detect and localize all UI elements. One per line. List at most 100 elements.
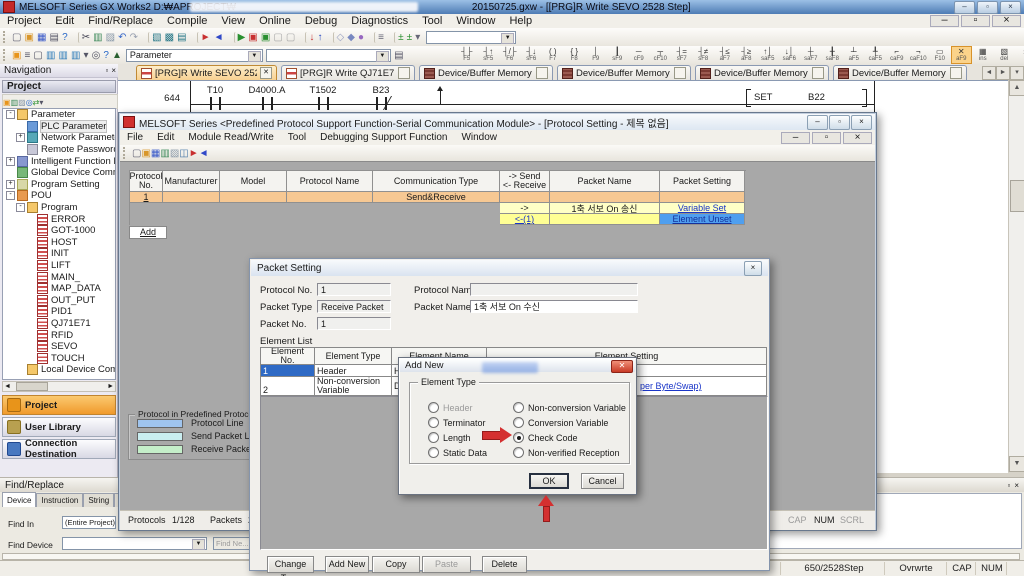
direction-cell[interactable] [500, 192, 550, 203]
chevron-down-icon[interactable]: ▼ [192, 539, 205, 550]
radio-non-verified-reception[interactable]: Non-verified Reception [513, 447, 620, 458]
ladder-vertical-scrollbar[interactable]: ▲ ▼ [1008, 80, 1024, 472]
protocol-no-cell[interactable]: 1 [130, 192, 163, 203]
menu-tool[interactable]: Tool [281, 132, 313, 143]
toolbar-grip[interactable] [3, 31, 9, 43]
menu-compile[interactable]: Compile [160, 15, 214, 27]
ladder-symbol-button[interactable]: ¬caF10 [908, 46, 930, 64]
restore-button[interactable]: ▫ [829, 115, 850, 130]
document-tab[interactable]: [PRG]R Write SEVO 2528 S...✕ [136, 65, 277, 80]
scroll-thumb[interactable] [16, 382, 48, 391]
sidebar-item-project[interactable]: Project [2, 395, 116, 415]
toolbar-icon[interactable]: ↓ [305, 32, 314, 43]
ladder-symbol-button[interactable]: ↑│saF5 [757, 46, 779, 64]
tree-expander[interactable]: + [6, 157, 15, 166]
scroll-left-icon[interactable]: ◄ [3, 383, 11, 390]
ladder-symbol-button[interactable]: ┤≠sF8 [693, 46, 715, 64]
ladder-symbol-button[interactable]: { }F8 [564, 46, 586, 64]
toolbar-icon[interactable]: ◄ [214, 32, 224, 43]
model-cell[interactable] [220, 192, 287, 203]
nav-toolbar-icon[interactable]: ▨ [18, 98, 26, 107]
document-tab[interactable]: Device/Buffer Memory Batch M... [419, 65, 553, 80]
toolbar-icon[interactable]: ▦ [37, 32, 46, 43]
toolbar-icon[interactable]: ● [358, 32, 364, 43]
communication-type-cell[interactable]: Send&Receive [373, 192, 500, 203]
document-tab[interactable]: Device/Buffer Memory Batch M... [557, 65, 691, 80]
tree-item[interactable]: PLC Parameter [3, 121, 115, 133]
toolbar-icon[interactable]: ▣ [141, 148, 150, 159]
tree-item[interactable]: ERROR [3, 213, 115, 225]
menu-debug[interactable]: Debug [298, 15, 344, 27]
tab-close-icon[interactable] [536, 67, 548, 79]
tab-close-icon[interactable] [398, 67, 410, 79]
menu-diagnostics[interactable]: Diagnostics [344, 15, 415, 27]
direction-cell[interactable]: -> [500, 203, 550, 214]
toolbar-icon[interactable]: ▢ [33, 50, 42, 61]
radio-icon[interactable] [428, 432, 439, 443]
tree-item[interactable]: +Intelligent Function Mod [3, 155, 115, 167]
toolbar-icon[interactable]: ▣ [12, 50, 21, 61]
tree-expander[interactable]: - [16, 203, 25, 212]
ladder-symbol-button[interactable]: ┤≥aF8 [736, 46, 758, 64]
menu-window[interactable]: Window [454, 132, 504, 143]
tab-close-icon[interactable]: ✕ [260, 67, 272, 79]
toolbar-icon[interactable]: ± [394, 32, 404, 43]
tree-expander[interactable]: + [16, 133, 25, 142]
ladder-symbol-button[interactable]: ┬cF10 [650, 46, 672, 64]
ladder-symbol-button[interactable]: ╀caF5 [865, 46, 887, 64]
menu-help[interactable]: Help [502, 15, 539, 27]
toolbar-icon[interactable]: ? [62, 32, 68, 43]
mdi-minimize-button[interactable]: – [930, 15, 959, 27]
tree-item[interactable]: TOUCH [3, 352, 115, 364]
packet-name-cell[interactable] [550, 192, 660, 203]
toolbar-icon[interactable]: ◇ [333, 32, 345, 43]
toolbar-icon[interactable]: ▩ [165, 32, 174, 43]
ladder-symbol-button[interactable]: ↓│saF6 [779, 46, 801, 64]
close-icon[interactable]: × [1014, 481, 1019, 490]
find-tab[interactable]: Device [2, 492, 36, 507]
restore-button[interactable]: ▫ [977, 1, 998, 14]
ladder-symbol-button[interactable]: ┤≤aF7 [714, 46, 736, 64]
toolbar-icon[interactable]: ▤ [177, 32, 186, 43]
packet-setting-cell[interactable]: Element Unset [660, 214, 745, 225]
ladder-symbol-button[interactable]: ┼saF7 [800, 46, 822, 64]
find-device-combo[interactable]: ▼ [62, 537, 207, 550]
menu-project[interactable]: Project [0, 15, 48, 27]
tree-item[interactable]: RFID [3, 329, 115, 341]
ok-button[interactable]: OK [529, 473, 569, 489]
menu-tool[interactable]: Tool [415, 15, 449, 27]
element-type-cell[interactable]: Header [315, 365, 392, 377]
close-icon[interactable]: ✕ [611, 360, 633, 373]
tree-item[interactable]: -POU [3, 190, 115, 202]
toolbar-icon[interactable]: ↶ [118, 32, 126, 43]
ladder-symbol-button[interactable]: ▭F10 [929, 46, 951, 64]
ladder-symbol-button[interactable]: ╂saF8 [822, 46, 844, 64]
ladder-symbol-button[interactable]: ─cF9 [628, 46, 650, 64]
ladder-symbol-button[interactable]: ▧del [994, 46, 1016, 64]
radio-conversion-variable[interactable]: Conversion Variable [513, 417, 608, 428]
radio-length[interactable]: Length [428, 432, 471, 443]
add-button[interactable]: Add [129, 226, 167, 239]
tree-expander[interactable]: - [6, 191, 15, 200]
mdi-minimize-button[interactable]: – [781, 132, 810, 144]
element-no-cell[interactable]: 2 [261, 377, 315, 396]
toolbar-icon[interactable]: ▢ [273, 32, 282, 43]
packet-name-cell[interactable] [550, 214, 660, 225]
find-tab[interactable]: Instruction [36, 493, 83, 507]
tree-item[interactable]: GOT-1000 [3, 225, 115, 237]
tree-item[interactable]: MAIN_ [3, 271, 115, 283]
radio-check-code[interactable]: Check Code [513, 432, 578, 443]
ladder-symbol-button[interactable]: ( )F7 [542, 46, 564, 64]
toolbar-icon[interactable]: ▥ [160, 148, 169, 159]
tree-expander[interactable]: + [6, 180, 15, 189]
tab-scroll-left-icon[interactable]: ◄ [982, 66, 996, 80]
tree-horizontal-scrollbar[interactable]: ◄ ► [2, 381, 116, 392]
tree-item[interactable]: +Program Setting [3, 179, 115, 191]
tab-scroll-right-icon[interactable]: ► [996, 66, 1010, 80]
tree-item[interactable]: Local Device Comme [3, 364, 115, 376]
packet-setting-cell[interactable]: Variable Set [660, 203, 745, 214]
document-tab[interactable]: Device/Buffer Memory Batch M... [833, 65, 967, 80]
toolbar-icon[interactable]: ▣ [248, 32, 257, 43]
element-no-cell[interactable]: 1 [261, 365, 315, 377]
toolbar-icon[interactable]: ▢ [12, 32, 21, 43]
